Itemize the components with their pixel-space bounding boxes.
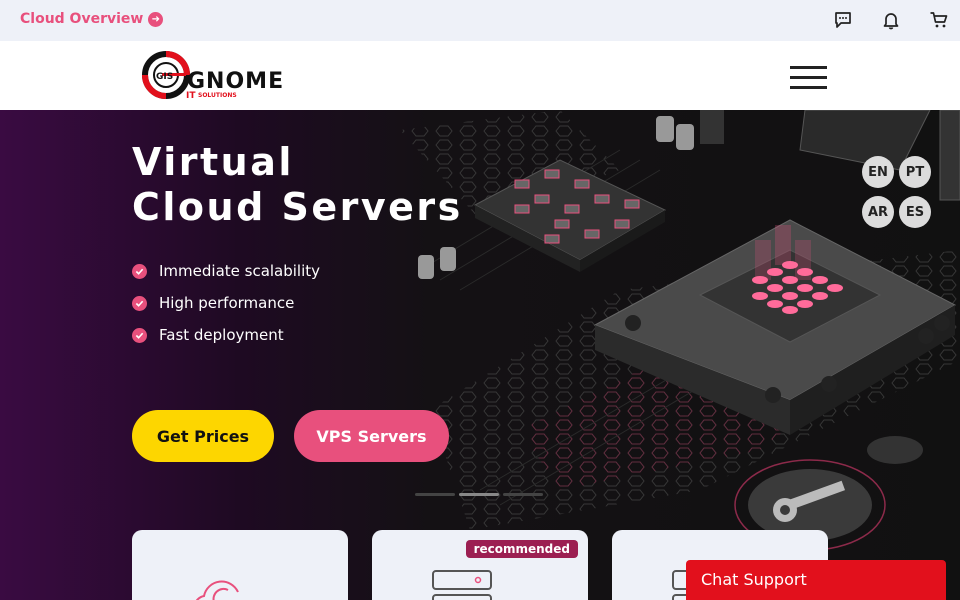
check-icon (132, 263, 147, 279)
gnome-logo[interactable]: GIS GNOME IT SOLUTIONS (132, 51, 332, 101)
slide-indicator[interactable] (503, 493, 543, 496)
svg-text:GNOME: GNOME (187, 69, 284, 94)
language-en[interactable]: EN (862, 156, 894, 188)
cart-icon[interactable] (927, 8, 951, 32)
list-item: Fast deployment (132, 319, 320, 351)
language-ar[interactable]: AR (862, 196, 894, 228)
feature-label: High performance (159, 294, 295, 312)
feature-list: Immediate scalability High performance F… (132, 255, 320, 351)
cloud-overview-label: Cloud Overview (20, 11, 144, 27)
slider-indicators (415, 493, 543, 496)
bell-icon[interactable] (879, 8, 903, 32)
check-icon (132, 295, 147, 311)
get-prices-button[interactable]: Get Prices (132, 410, 274, 462)
pricing-card[interactable] (132, 530, 348, 600)
cloud-icon (195, 580, 239, 600)
svg-text:IT: IT (186, 91, 196, 101)
language-es[interactable]: ES (899, 196, 931, 228)
svg-text:SOLUTIONS: SOLUTIONS (198, 92, 237, 99)
hamburger-icon[interactable] (790, 66, 827, 90)
recommended-badge: recommended (465, 540, 578, 558)
language-pt[interactable]: PT (899, 156, 931, 188)
hero-title: Virtual Cloud Servers (132, 140, 463, 230)
feature-label: Fast deployment (159, 326, 284, 344)
svg-text:GIS: GIS (156, 72, 173, 82)
slide-indicator[interactable] (415, 493, 455, 496)
cloud-overview-link[interactable]: Cloud Overview ➜ (20, 11, 164, 27)
server-icon (432, 570, 492, 600)
hero-title-line2: Cloud Servers (132, 185, 463, 229)
site-header: GIS GNOME IT SOLUTIONS (0, 41, 960, 110)
pricing-card-recommended[interactable]: recommended (372, 530, 588, 600)
slide-indicator-active[interactable] (459, 493, 499, 496)
check-icon (132, 327, 147, 343)
chat-support-button[interactable]: Chat Support (686, 560, 946, 600)
list-item: High performance (132, 287, 320, 319)
hero-banner: Virtual Cloud Servers Immediate scalabil… (0, 110, 960, 600)
chat-support-label: Chat Support (701, 570, 807, 589)
chat-icon[interactable] (831, 8, 855, 32)
feature-label: Immediate scalability (159, 262, 321, 280)
hero-title-line1: Virtual (132, 140, 294, 184)
list-item: Immediate scalability (132, 255, 320, 287)
vps-servers-button[interactable]: VPS Servers (294, 410, 449, 462)
arrow-right-icon: ➜ (148, 11, 164, 27)
top-bar: Cloud Overview ➜ (0, 0, 960, 41)
